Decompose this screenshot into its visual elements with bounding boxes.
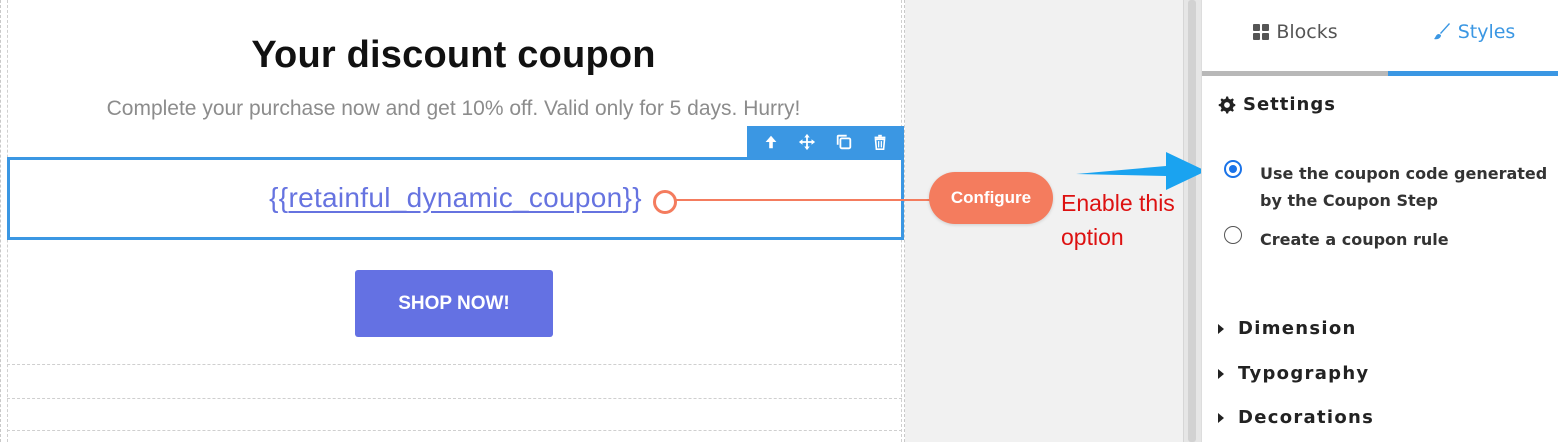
row-divider (7, 364, 902, 365)
section-dimension[interactable]: Dimension (1218, 318, 1357, 339)
caret-right-icon (1218, 412, 1224, 423)
settings-heading-label: Settings (1243, 94, 1336, 115)
annotation-connector (676, 199, 936, 201)
section-decorations[interactable]: Decorations (1218, 407, 1374, 428)
block-toolbar (747, 126, 904, 157)
coupon-placeholder[interactable]: {{retainful_dynamic_coupon}} (10, 182, 901, 214)
copy-icon[interactable] (831, 129, 857, 155)
settings-heading[interactable]: Settings (1218, 94, 1336, 115)
email-title[interactable]: Your discount coupon (1, 34, 906, 77)
coupon-rule-label: Create a coupon rule (1260, 230, 1449, 249)
tab-styles-label: Styles (1457, 20, 1516, 43)
grid-icon (1253, 23, 1270, 40)
section-typography-label: Typography (1238, 363, 1370, 384)
section-dimension-label: Dimension (1238, 318, 1357, 339)
tab-blocks[interactable]: Blocks (1202, 0, 1388, 76)
coupon-open-braces: {{ (269, 182, 289, 213)
shop-now-button[interactable]: SHOP NOW! (355, 270, 553, 337)
row-divider (7, 430, 902, 431)
brush-icon (1433, 22, 1450, 39)
annotation-arrow-icon (1076, 152, 1206, 190)
coupon-step-label: Use the coupon code generated by the Cou… (1260, 164, 1548, 210)
annotation-note: Enable this option (1061, 190, 1175, 250)
tab-styles[interactable]: Styles (1388, 0, 1558, 76)
row-divider (7, 398, 902, 399)
coupon-rule-radio[interactable] (1224, 226, 1242, 244)
trash-icon[interactable] (867, 129, 893, 155)
email-canvas: Your discount coupon Complete your purch… (0, 0, 905, 442)
configure-badge: Configure (929, 172, 1053, 224)
arrow-up-icon[interactable] (758, 129, 784, 155)
email-subtitle[interactable]: Complete your purchase now and get 10% o… (1, 97, 906, 121)
caret-right-icon (1218, 368, 1224, 379)
scrollbar-thumb[interactable] (1188, 0, 1196, 442)
coupon-step-radio[interactable] (1224, 160, 1242, 178)
style-manager-panel: Blocks Styles Settings Use the coupon co… (1201, 0, 1558, 442)
caret-right-icon (1218, 323, 1224, 334)
gear-icon (1218, 95, 1236, 114)
coupon-placeholder-link[interactable]: retainful_dynamic_coupon (288, 182, 622, 213)
section-typography[interactable]: Typography (1218, 363, 1369, 384)
tab-blocks-label: Blocks (1276, 20, 1338, 43)
annotation-marker (653, 190, 677, 214)
section-decorations-label: Decorations (1238, 407, 1375, 428)
move-icon[interactable] (794, 129, 820, 155)
coupon-close-braces: }} (622, 182, 642, 213)
